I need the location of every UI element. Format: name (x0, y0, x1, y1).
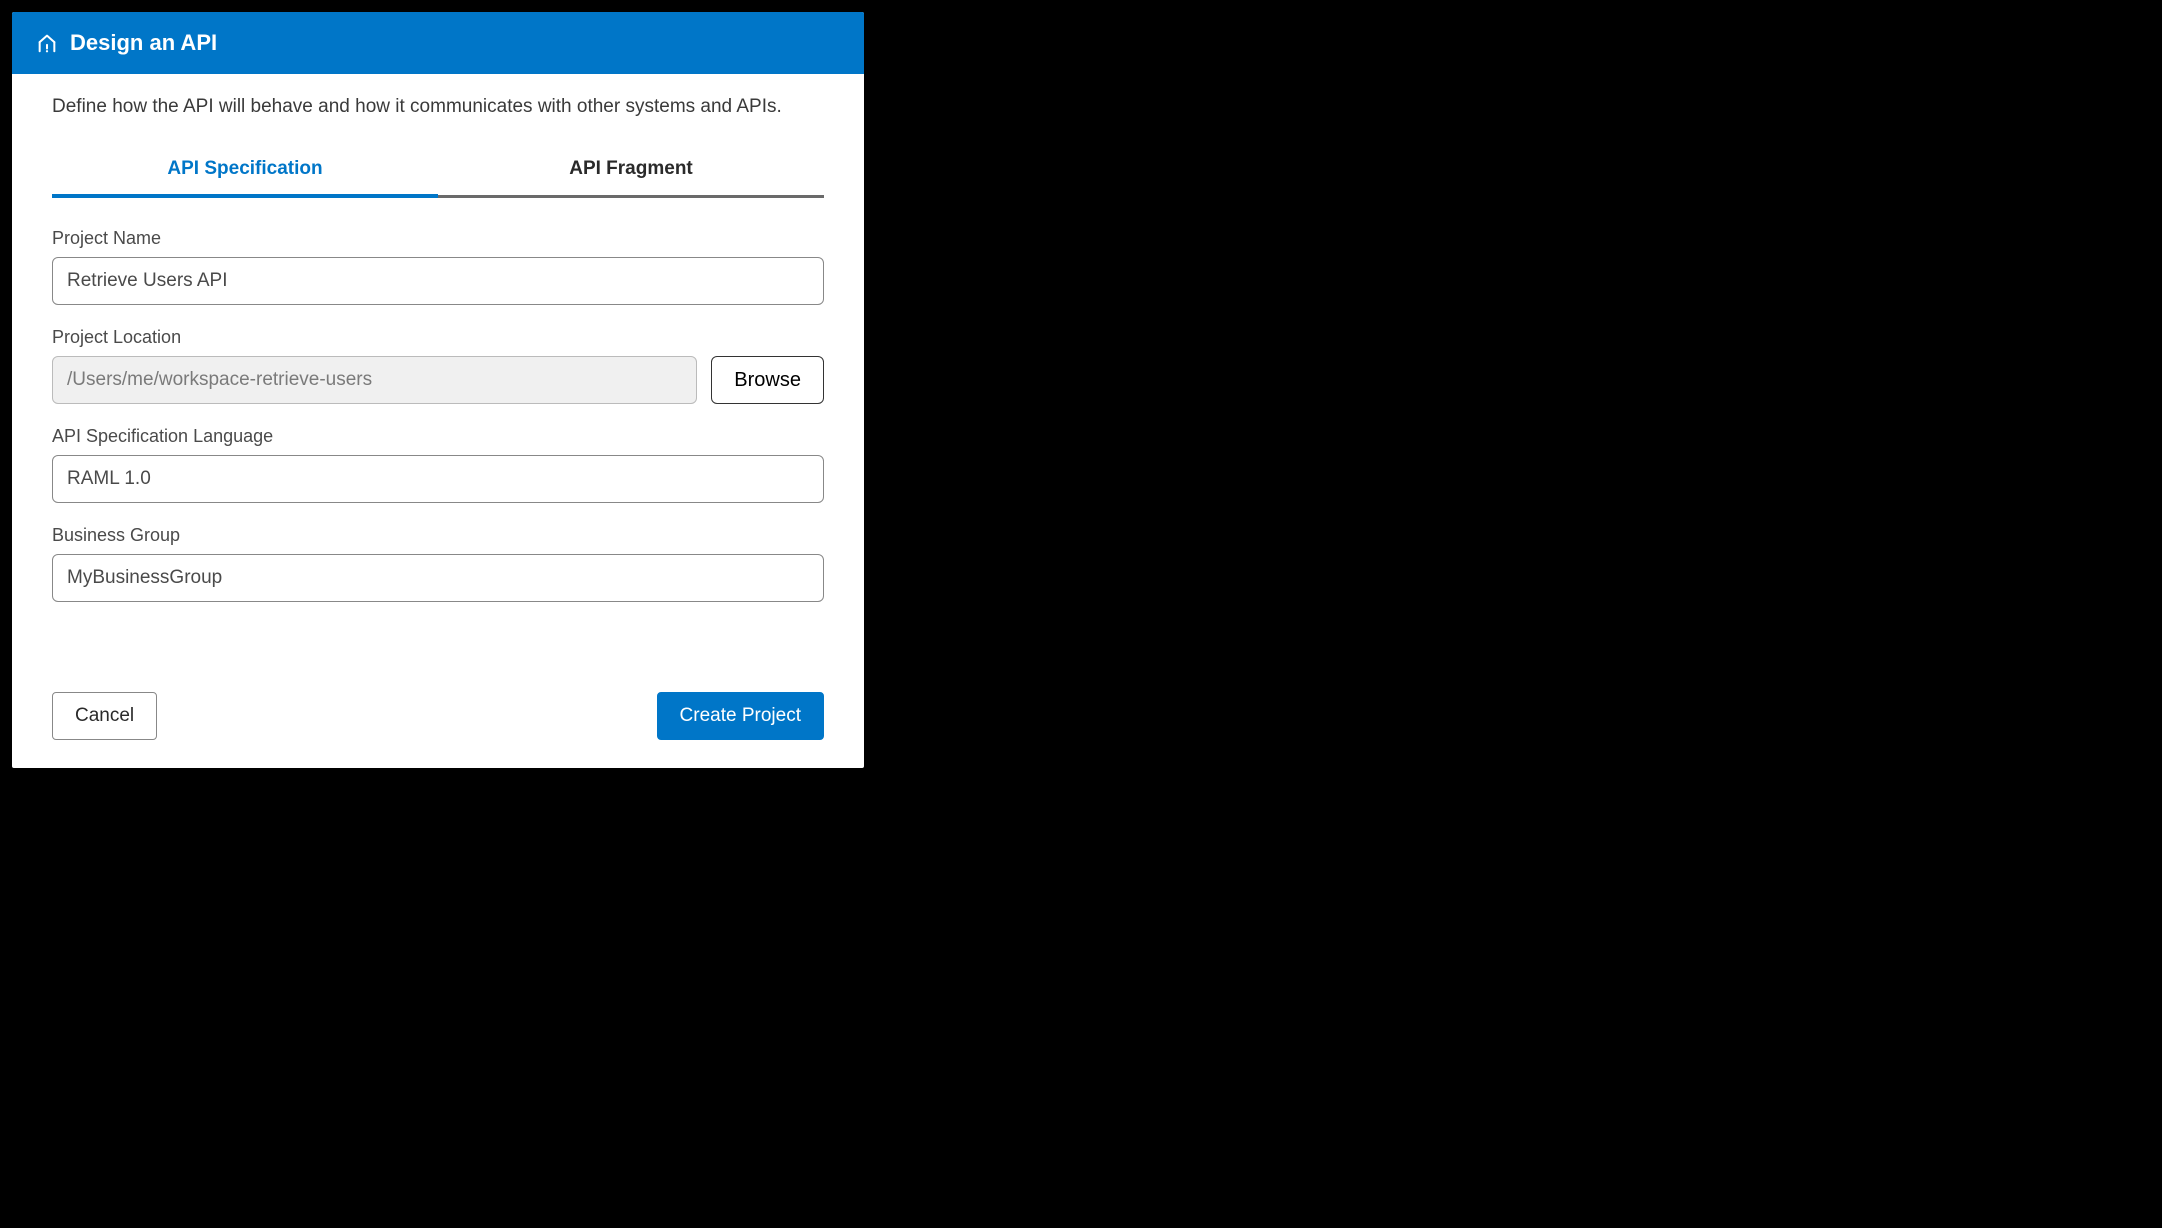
dialog-description: Define how the API will behave and how i… (52, 96, 824, 118)
business-group-label: Business Group (52, 525, 824, 546)
project-location-row: Browse (52, 356, 824, 404)
dialog-footer: Cancel Create Project (52, 692, 824, 740)
field-project-location: Project Location Browse (52, 327, 824, 404)
tabs: API Specification API Fragment (52, 146, 824, 198)
api-designer-icon (36, 32, 58, 54)
design-api-dialog: Design an API Define how the API will be… (12, 12, 864, 768)
dialog-title: Design an API (70, 30, 217, 56)
field-api-spec-language: API Specification Language (52, 426, 824, 503)
create-project-button[interactable]: Create Project (657, 692, 824, 740)
api-spec-language-label: API Specification Language (52, 426, 824, 447)
api-spec-language-input[interactable] (52, 455, 824, 503)
business-group-input[interactable] (52, 554, 824, 602)
project-location-label: Project Location (52, 327, 824, 348)
cancel-button[interactable]: Cancel (52, 692, 157, 740)
field-business-group: Business Group (52, 525, 824, 602)
tab-api-fragment[interactable]: API Fragment (438, 146, 824, 198)
form: Project Name Project Location Browse API… (52, 228, 824, 602)
project-location-input[interactable] (52, 356, 697, 404)
dialog-header: Design an API (12, 12, 864, 74)
dialog-body: Define how the API will behave and how i… (12, 74, 864, 768)
field-project-name: Project Name (52, 228, 824, 305)
project-name-input[interactable] (52, 257, 824, 305)
project-name-label: Project Name (52, 228, 824, 249)
tab-api-specification[interactable]: API Specification (52, 146, 438, 198)
browse-button[interactable]: Browse (711, 356, 824, 404)
